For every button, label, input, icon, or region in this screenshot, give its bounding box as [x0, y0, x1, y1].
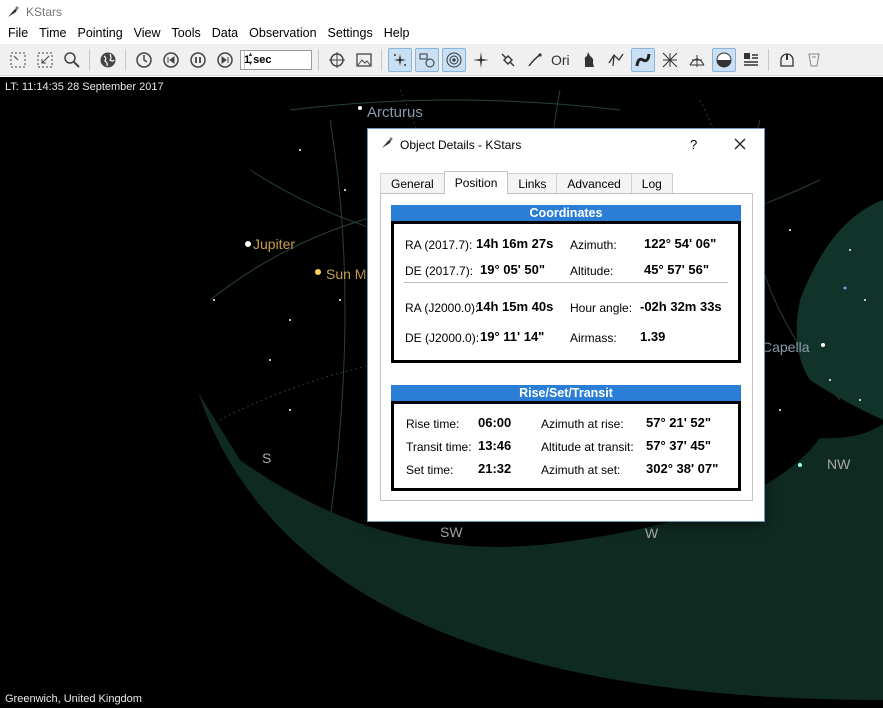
hour-angle-label: Hour angle:: [570, 301, 633, 315]
comet-icon[interactable]: [523, 48, 547, 72]
dialog-title: Object Details - KStars: [400, 137, 522, 152]
airmass-label: Airmass:: [570, 331, 617, 345]
transit-time-value: 13:46: [478, 438, 512, 453]
hour-angle-value: -02h 32m 33s: [640, 299, 722, 314]
set-time-value: 21:32: [478, 461, 512, 476]
tab-advanced[interactable]: Advanced: [556, 173, 632, 194]
telescope-icon[interactable]: [802, 48, 826, 72]
azimuth-at-set-label: Azimuth at set:: [541, 463, 621, 477]
menu-view[interactable]: View: [129, 23, 166, 44]
set-time-label: Set time:: [406, 463, 454, 477]
altitude-at-transit-value: 57° 37' 45": [646, 438, 712, 453]
rise-time-value: 06:00: [478, 415, 512, 430]
hips-icon[interactable]: [739, 48, 763, 72]
star-label-capella: Capella: [762, 339, 810, 355]
coordinates-box: RA (2017.7): 14h 16m 27s Azimuth: 122° 5…: [391, 221, 741, 363]
altitude-label: Altitude:: [570, 264, 614, 278]
time-step-value: 1 sec: [244, 53, 272, 66]
time-step-spinbox[interactable]: 1 sec ▲ ▼: [240, 49, 312, 70]
airmass-value: 1.39: [640, 329, 666, 344]
menu-bar: File Time Pointing View Tools Data Obser…: [0, 23, 883, 44]
step-forward-icon[interactable]: [213, 48, 237, 72]
tab-position[interactable]: Position: [443, 171, 509, 194]
window-title: KStars: [26, 4, 63, 19]
altitude-value: 45° 57' 56": [644, 262, 710, 277]
tab-log[interactable]: Log: [630, 173, 673, 194]
location-status: Greenwich, United Kingdom: [5, 693, 142, 705]
menu-help[interactable]: Help: [379, 23, 415, 44]
close-icon[interactable]: [730, 134, 750, 154]
ground-icon[interactable]: [711, 47, 736, 72]
compass-label-sw: SW: [440, 524, 463, 540]
menu-time[interactable]: Time: [34, 23, 71, 44]
zoom-to-fit-icon[interactable]: [6, 48, 30, 72]
image-icon[interactable]: [352, 48, 376, 72]
ra-j2000-value: 14h 15m 40s: [476, 299, 554, 314]
rise-set-heading: Rise/Set/Transit: [391, 385, 741, 401]
azimuth-at-rise-label: Azimuth at rise:: [541, 417, 624, 431]
azimuth-at-rise-value: 57° 21' 52": [646, 415, 712, 430]
details-tabs: General Position Links Advanced Log: [380, 171, 673, 194]
kstars-logo-icon: [6, 5, 20, 19]
zoom-icon[interactable]: [60, 48, 84, 72]
planet-label-sun: Sun M: [326, 266, 367, 282]
tab-general[interactable]: General: [380, 173, 445, 194]
azimuth-label: Azimuth:: [570, 238, 617, 252]
globe-icon[interactable]: [96, 48, 120, 72]
compass-label-s: S: [262, 450, 272, 466]
menu-data[interactable]: Data: [207, 23, 243, 44]
milky-way-icon[interactable]: [630, 47, 655, 72]
rise-set-box: Rise time: 06:00 Azimuth at rise: 57° 21…: [391, 401, 741, 491]
tab-links[interactable]: Links: [507, 173, 558, 194]
equatorial-grid-icon[interactable]: [658, 48, 682, 72]
menu-settings[interactable]: Settings: [323, 23, 378, 44]
constellation-lines-icon[interactable]: [604, 48, 628, 72]
rise-time-label: Rise time:: [406, 417, 460, 431]
deep-sky-icon[interactable]: [414, 47, 439, 72]
supernova-icon[interactable]: [469, 48, 493, 72]
constellation-art-icon[interactable]: [577, 48, 601, 72]
compass-label-nw: NW: [827, 456, 851, 472]
azimuth-value: 122° 54' 06": [644, 236, 717, 251]
crosshair-icon[interactable]: [325, 48, 349, 72]
star-label-arcturus: Arcturus: [367, 104, 423, 121]
transit-time-label: Transit time:: [406, 440, 472, 454]
ra-epoch-value: 14h 16m 27s: [476, 236, 554, 251]
help-button[interactable]: ?: [690, 137, 697, 152]
compass-label-w: W: [645, 525, 659, 541]
kstars-dialog-icon: [380, 136, 394, 153]
menu-tools[interactable]: Tools: [167, 23, 206, 44]
clock-icon[interactable]: [132, 48, 156, 72]
planet-label-jupiter: Jupiter: [253, 236, 296, 252]
de-epoch-label: DE (2017.7):: [405, 264, 474, 278]
pause-icon[interactable]: [186, 48, 210, 72]
menu-pointing[interactable]: Pointing: [72, 23, 127, 44]
dialog-titlebar: Object Details - KStars ?: [368, 129, 764, 160]
horizontal-grid-icon[interactable]: [685, 48, 709, 72]
window-titlebar: KStars: [0, 0, 883, 23]
de-epoch-value: 19° 05' 50": [480, 262, 546, 277]
svg-text:Ori: Ori: [551, 52, 570, 68]
coordinates-divider: [404, 282, 728, 283]
altitude-at-transit-label: Altitude at transit:: [541, 440, 634, 454]
observatory-icon[interactable]: [775, 48, 799, 72]
de-j2000-label: DE (J2000.0):: [405, 331, 480, 345]
de-j2000-value: 19° 11' 14": [480, 329, 545, 344]
main-toolbar: 1 sec ▲ ▼ Ori: [0, 44, 883, 76]
menu-observation[interactable]: Observation: [244, 23, 321, 44]
ra-j2000-label: RA (J2000.0):: [405, 301, 479, 315]
step-back-icon[interactable]: [159, 48, 183, 72]
ra-epoch-label: RA (2017.7):: [405, 238, 473, 252]
position-pane: Coordinates RA (2017.7): 14h 16m 27s Azi…: [380, 193, 753, 501]
coordinates-heading: Coordinates: [391, 205, 741, 221]
satellite-icon[interactable]: [496, 48, 520, 72]
zoom-out-box-icon[interactable]: [33, 48, 57, 72]
local-time-status: LT: 11:14:35 28 September 2017: [5, 81, 164, 93]
object-details-dialog: Object Details - KStars ? General Positi…: [367, 128, 765, 522]
stars-icon[interactable]: [387, 47, 412, 72]
azimuth-at-set-value: 302° 38' 07": [646, 461, 719, 476]
menu-file[interactable]: File: [3, 23, 33, 44]
solar-system-icon[interactable]: [441, 47, 466, 72]
constellation-names-icon[interactable]: Ori: [550, 48, 574, 72]
